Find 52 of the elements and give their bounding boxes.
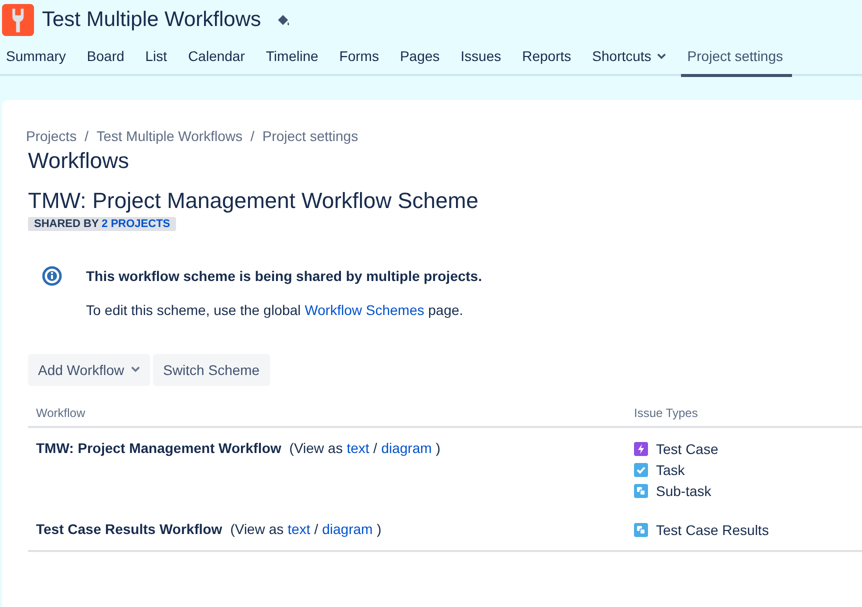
message-title: This workflow scheme is being shared by multiple projects.	[86, 268, 482, 284]
project-title: Test Multiple Workflows	[42, 8, 262, 32]
closing-paren: )	[436, 440, 440, 456]
text-link[interactable]: text	[346, 440, 370, 456]
nav-tab[interactable]: Calendar	[182, 42, 254, 74]
breadcrumb-separator: /	[84, 128, 88, 144]
issue-type-label: Task	[656, 462, 685, 478]
scheme-title: TMW: Project Management Workflow Scheme	[27, 188, 480, 214]
badge-label: SHARED BY	[34, 218, 99, 230]
issue-type-label: Test Case	[656, 440, 718, 456]
nav-tab[interactable]: Shortcuts	[586, 42, 676, 74]
subtask-icon	[634, 484, 648, 498]
nav-tab[interactable]: Project settings	[681, 42, 792, 77]
subtask-icon	[634, 522, 648, 536]
separator: /	[314, 521, 318, 537]
view-as-label: (View as	[289, 440, 343, 456]
nav-tab[interactable]: Summary	[0, 42, 75, 74]
wrench-logo-icon	[2, 4, 34, 36]
workflow-name: Test Case Results Workflow	[36, 521, 222, 537]
dropdown-button[interactable]: Add Workflow	[28, 354, 150, 386]
checkbox-icon	[634, 462, 648, 476]
bolt-icon	[634, 442, 648, 456]
column-header: Workflow	[28, 398, 626, 427]
nav-tab[interactable]: Timeline	[260, 42, 328, 74]
workflow-name: TMW: Project Management Workflow	[36, 440, 282, 456]
nav-tab[interactable]: Pages	[394, 42, 449, 74]
nav-tab[interactable]: Reports	[516, 42, 580, 74]
column-header: Issue Types	[626, 398, 862, 427]
breadcrumb-separator: /	[250, 128, 254, 144]
projects-link[interactable]: 2 PROJECTS	[102, 218, 170, 230]
closing-paren: )	[376, 521, 382, 537]
info-icon	[42, 266, 62, 286]
diagram-link[interactable]: diagram	[381, 440, 432, 456]
message-text: To edit this scheme, use the global Workflow Schemes page.	[86, 302, 464, 318]
nav-tab[interactable]: List	[139, 42, 176, 74]
page-title: Workflows	[27, 148, 130, 174]
issue-type-label: Test Case Results	[656, 522, 769, 538]
nav-tab[interactable]: Board	[80, 42, 134, 74]
issue-type-label: Sub-task	[656, 482, 712, 498]
nav-tab[interactable]: Forms	[333, 42, 388, 74]
text-link[interactable]: text	[288, 521, 310, 537]
view-as-label: (View as	[230, 521, 284, 537]
action-button[interactable]: Switch Scheme	[153, 354, 270, 386]
nav-tab[interactable]: Issues	[454, 42, 510, 74]
caret-icon	[131, 366, 140, 372]
breadcrumb-link[interactable]: Test Multiple Workflows	[96, 128, 242, 144]
caret-icon	[657, 53, 666, 59]
diagram-link[interactable]: diagram	[322, 521, 373, 537]
breadcrumb-link[interactable]: Project settings	[262, 128, 358, 144]
workflow-schemes-link[interactable]: Workflow Schemes	[304, 302, 424, 318]
separator: /	[373, 440, 378, 456]
breadcrumb-link[interactable]: Projects	[26, 128, 77, 144]
